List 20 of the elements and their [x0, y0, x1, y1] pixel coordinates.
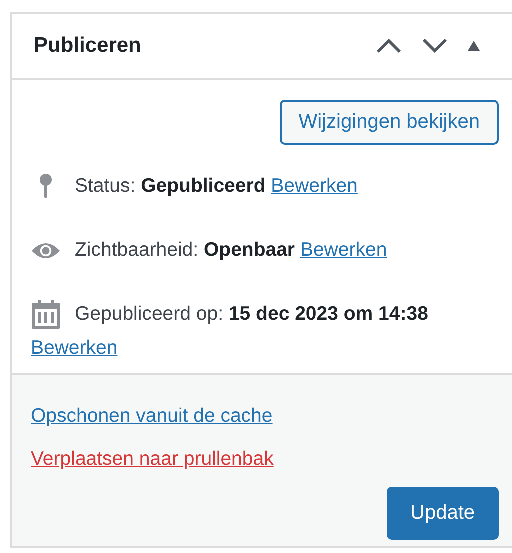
field-label: Status: [75, 175, 136, 197]
panel-title: Publiceren [34, 34, 142, 58]
chevron-down-icon[interactable] [422, 38, 448, 54]
preview-button[interactable]: Wijzigingen bekijken [280, 100, 499, 145]
edit-link[interactable]: Bewerken [300, 239, 388, 261]
field-label: Zichtbaarheid: [75, 239, 199, 261]
eye-icon [31, 240, 61, 261]
chevron-up-icon[interactable] [376, 38, 402, 54]
trash-link[interactable]: Verplaatsen naar prullenbak [31, 438, 274, 481]
pin-icon [39, 174, 53, 200]
update-button[interactable]: Update [386, 487, 499, 540]
field-value: 15 dec 2023 om 14:38 [228, 303, 428, 325]
field-value: Gepubliceerd [141, 175, 266, 197]
triangle-up-icon[interactable] [468, 41, 480, 51]
field-value: Openbaar [204, 239, 296, 261]
edit-link[interactable]: Bewerken [271, 175, 358, 197]
purge-cache-link[interactable]: Opschonen vanuit de cache [31, 395, 273, 438]
edit-link[interactable]: Bewerken [31, 337, 118, 359]
field-label: Gepubliceerd op: [75, 303, 224, 325]
calendar-icon [31, 300, 61, 330]
